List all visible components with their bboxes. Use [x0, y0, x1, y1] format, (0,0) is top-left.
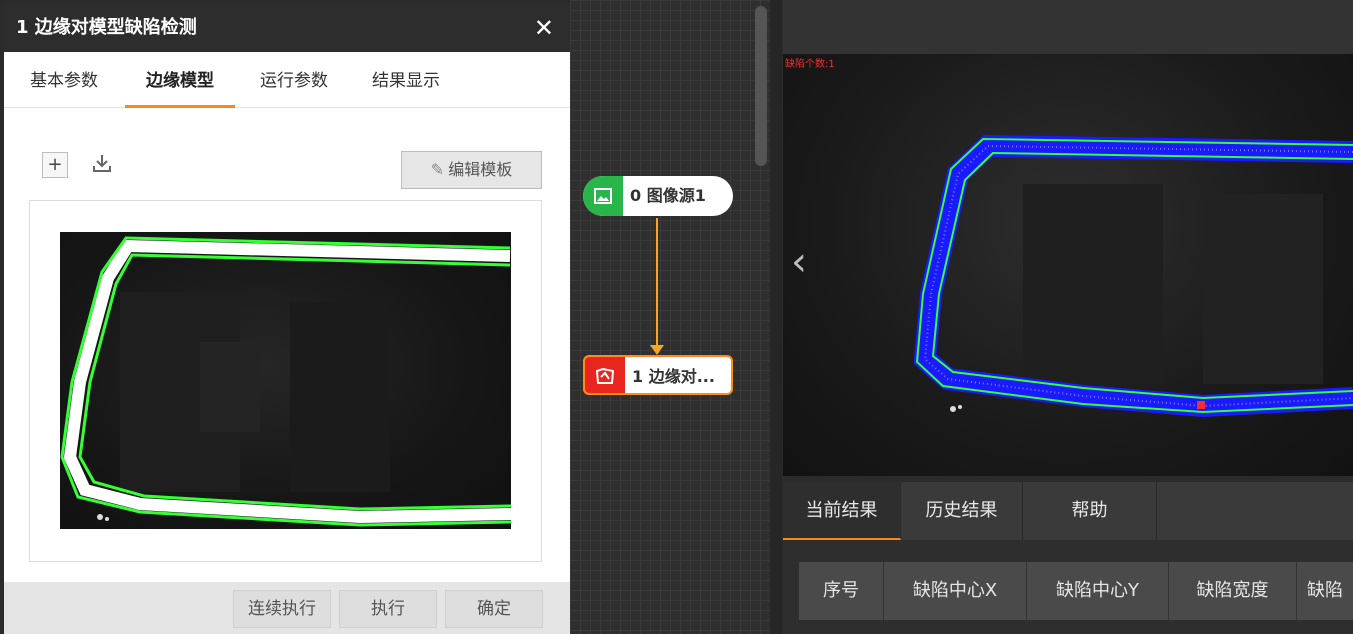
- tab-run-params[interactable]: 运行参数: [244, 52, 344, 108]
- edit-template-label: 编辑模板: [448, 160, 513, 179]
- execute-button[interactable]: 执行: [339, 590, 437, 628]
- flow-node-image-source[interactable]: 0 图像源1: [583, 176, 733, 216]
- flow-node-edge-model[interactable]: 1 边缘对...: [583, 355, 733, 395]
- tab-help[interactable]: 帮助: [1023, 482, 1157, 540]
- image-icon: [583, 176, 623, 216]
- continuous-run-button[interactable]: 连续执行: [233, 590, 331, 628]
- canvas-scrollbar[interactable]: [755, 6, 767, 166]
- edge-model-icon: [585, 357, 625, 393]
- add-icon[interactable]: +: [42, 152, 68, 178]
- tab-basic-params[interactable]: 基本参数: [14, 52, 114, 108]
- column-header-defect-width[interactable]: 缺陷宽度: [1169, 562, 1297, 620]
- tab-edge-model[interactable]: 边缘模型: [125, 52, 235, 108]
- edit-template-button[interactable]: ✎ 编辑模板: [401, 151, 542, 189]
- close-icon[interactable]: ✕: [534, 4, 554, 52]
- column-header-defect-center-y[interactable]: 缺陷中心Y: [1027, 562, 1169, 620]
- tab-current-result[interactable]: 当前结果: [783, 482, 901, 540]
- column-header-defect-more[interactable]: 缺陷: [1297, 562, 1353, 620]
- previous-image-button[interactable]: ‹: [791, 239, 807, 285]
- tab-history-result[interactable]: 历史结果: [901, 482, 1023, 540]
- dialog-tabs: 基本参数 边缘模型 运行参数 结果显示: [4, 52, 570, 108]
- column-header-defect-center-x[interactable]: 缺陷中心X: [884, 562, 1027, 620]
- model-preview-box: [29, 200, 542, 562]
- dialog-title: 1 边缘对模型缺陷检测: [16, 17, 197, 38]
- result-tabs: 当前结果 历史结果 帮助: [783, 482, 1353, 540]
- dialog-footer: 连续执行 执行 确定: [4, 582, 570, 634]
- tab-result-display[interactable]: 结果显示: [356, 52, 456, 108]
- detection-overlay: [913, 134, 1353, 418]
- column-header-index[interactable]: 序号: [799, 562, 884, 620]
- model-preview-image: [60, 232, 511, 529]
- pencil-icon: ✎: [430, 160, 445, 179]
- panel-divider: [770, 0, 782, 634]
- connector-arrow-icon: [650, 345, 664, 355]
- flow-connector: [656, 218, 658, 348]
- result-table-header: 序号 缺陷中心X 缺陷中心Y 缺陷宽度 缺陷: [799, 562, 1353, 620]
- import-icon[interactable]: [88, 152, 116, 180]
- windshield-contour-preview: [60, 236, 511, 527]
- flow-node-label: 1 边缘对...: [632, 367, 715, 386]
- download-icon: [93, 155, 111, 172]
- dialog-title-bar: 1 边缘对模型缺陷检测 ✕: [4, 4, 570, 52]
- edge-model-dialog: 1 边缘对模型缺陷检测 ✕ 基本参数 边缘模型 运行参数 结果显示 + ✎ 编辑模…: [4, 4, 570, 634]
- image-viewer[interactable]: 缺陷个数:1 ‹: [783, 54, 1353, 476]
- flow-node-label: 0 图像源1: [630, 186, 706, 205]
- viewer-header: [783, 0, 1353, 54]
- confirm-button[interactable]: 确定: [445, 590, 543, 628]
- result-table-area: 序号 缺陷中心X 缺陷中心Y 缺陷宽度 缺陷: [783, 540, 1353, 634]
- flow-canvas[interactable]: [570, 0, 770, 634]
